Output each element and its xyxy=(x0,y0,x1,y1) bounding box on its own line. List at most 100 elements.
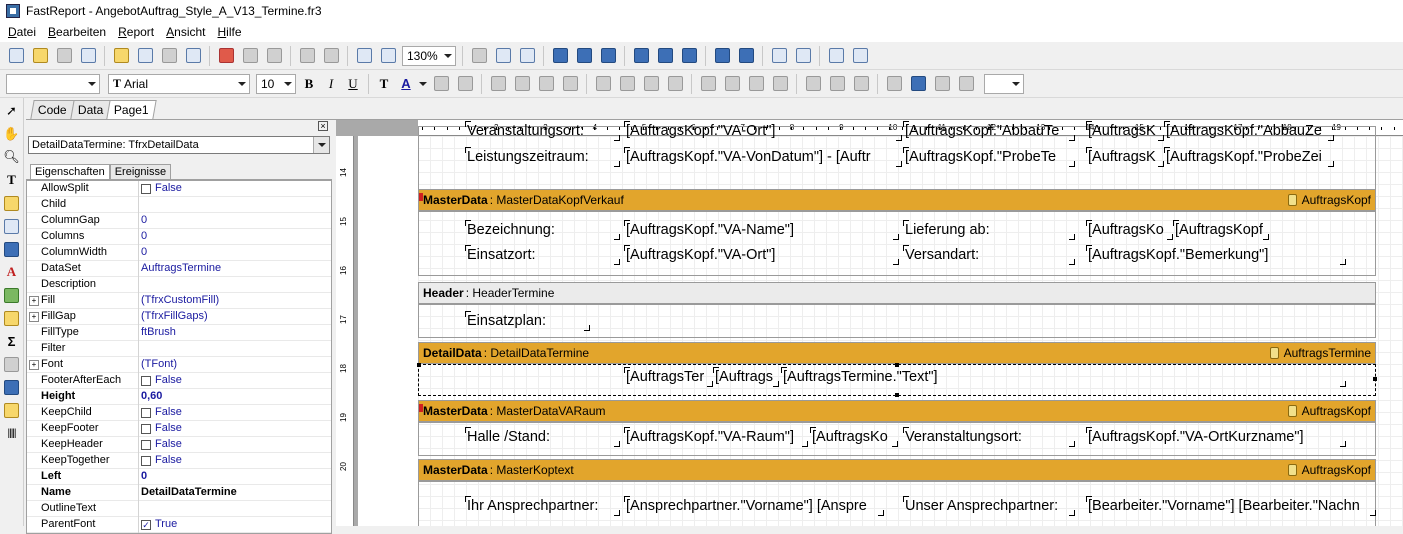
property-value[interactable]: 0 xyxy=(139,469,331,485)
text-align-left-button[interactable] xyxy=(487,73,509,95)
menu-ansicht[interactable]: Ansicht xyxy=(160,25,211,39)
sysmemo-tool[interactable]: Σ xyxy=(2,330,22,352)
text-object-tool[interactable]: A xyxy=(2,261,22,283)
open-button[interactable] xyxy=(29,45,51,67)
field-label-leistungszeitraum[interactable]: Leistungszeitraum: xyxy=(465,147,620,167)
property-row-height[interactable]: Height 0,60 xyxy=(27,388,331,405)
underline-button[interactable]: U xyxy=(342,76,364,92)
format-painter-tool[interactable] xyxy=(2,192,22,214)
property-value[interactable]: 0 xyxy=(139,229,331,245)
field-probezei[interactable]: [AuftragsKopf."ProbeZei xyxy=(1164,147,1334,167)
copy-button[interactable] xyxy=(239,45,261,67)
font-name-combo[interactable]: T Arial xyxy=(108,73,250,94)
band-tool[interactable] xyxy=(2,215,22,237)
frame-style-button[interactable] xyxy=(955,73,977,95)
style-combo[interactable] xyxy=(6,73,100,94)
delete-page-button[interactable] xyxy=(158,45,180,67)
band-header-masterdata-kopfverkauf[interactable]: MasterData: MasterDataKopfVerkauf Auftra… xyxy=(418,189,1376,211)
property-row-fillgap[interactable]: FillGap(TfrxFillGaps) xyxy=(27,308,331,325)
tab-page1[interactable]: Page1 xyxy=(106,100,157,119)
rotation-button[interactable] xyxy=(454,73,476,95)
field-auftragsko-2[interactable]: [AuftragsKo xyxy=(810,427,898,447)
field-va-ort[interactable]: [AuftragsKopf."VA-Ort"] xyxy=(624,121,902,141)
menu-datei[interactable]: Datei xyxy=(2,25,42,39)
field-label-veranstaltungsort[interactable]: Veranstaltungsort: xyxy=(465,121,620,141)
field-label-halle-stand[interactable]: Halle /Stand: xyxy=(465,427,620,447)
band-header-masterkoptext[interactable]: MasterData: MasterKoptext AuftragsKopf xyxy=(418,459,1376,481)
field-label-versandart[interactable]: Versandart: xyxy=(903,245,1075,265)
field-auftrags[interactable]: [Auftrags xyxy=(713,367,779,387)
align-to-grid-button[interactable] xyxy=(492,45,514,67)
property-value[interactable]: 0 xyxy=(139,213,331,229)
property-value[interactable]: False xyxy=(139,437,331,453)
valign-middle-button[interactable] xyxy=(616,73,638,95)
band-body-detaildata-selected[interactable]: [AuftragsTer [Auftrags [AuftragsTermine.… xyxy=(417,363,1377,397)
field-auftragskopf[interactable]: [AuftragsKopf xyxy=(1173,220,1269,240)
checkbox-icon[interactable] xyxy=(141,455,151,466)
tab-ereignisse[interactable]: Ereignisse xyxy=(109,164,172,179)
align-middle-button[interactable] xyxy=(654,45,676,67)
property-row-footeraftereach[interactable]: FooterAfterEach False xyxy=(27,372,331,389)
fill-editor-button[interactable] xyxy=(907,73,929,95)
zoom-tool[interactable]: 🔍︎ xyxy=(2,146,22,168)
checkbox-icon[interactable]: ✓ xyxy=(141,519,151,530)
fit-to-grid-button[interactable] xyxy=(516,45,538,67)
text-align-center-button[interactable] xyxy=(511,73,533,95)
paste-button[interactable] xyxy=(263,45,285,67)
subreport-tool[interactable] xyxy=(2,307,22,329)
property-row-keepchild[interactable]: KeepChild False xyxy=(27,404,331,421)
bold-button[interactable]: B xyxy=(298,76,320,92)
field-label-einsatzplan[interactable]: Einsatzplan: xyxy=(465,311,590,331)
checkbox-icon[interactable] xyxy=(141,375,151,386)
property-row-keepheader[interactable]: KeepHeader False xyxy=(27,436,331,453)
select-tool[interactable]: ➚ xyxy=(2,100,22,122)
frame-width-combo[interactable] xyxy=(984,73,1024,94)
field-label-bezeichnung[interactable]: Bezeichnung: xyxy=(465,220,620,240)
field-auftragsko[interactable]: [AuftragsKo xyxy=(1086,220,1173,240)
field-probete[interactable]: [AuftragsKopf."ProbeTe xyxy=(903,147,1075,167)
preview-button[interactable] xyxy=(77,45,99,67)
field-auftragster[interactable]: [AuftragsTer xyxy=(624,367,713,387)
font-settings-button[interactable]: T xyxy=(373,76,395,92)
property-row-dataset[interactable]: DataSet AuftragsTermine xyxy=(27,260,331,277)
field-abbaute[interactable]: [AuftragsKopf."AbbauTe xyxy=(903,121,1075,141)
property-value[interactable]: AuftragsTermine xyxy=(139,261,331,277)
design-area[interactable]: 2345678910111213141516171819 14151617181… xyxy=(336,120,1403,526)
field-label-veranstaltungsort-2[interactable]: Veranstaltungsort: xyxy=(903,427,1075,447)
italic-button[interactable]: I xyxy=(320,76,342,92)
show-grid-button[interactable] xyxy=(468,45,490,67)
menu-bearbeiten[interactable]: Bearbeiten xyxy=(42,25,112,39)
property-row-filltype[interactable]: FillType ftBrush xyxy=(27,324,331,341)
zoom-combo[interactable]: 130% xyxy=(402,45,456,66)
shadow-button[interactable] xyxy=(850,73,872,95)
property-row-description[interactable]: Description xyxy=(27,276,331,293)
frame-right-button[interactable] xyxy=(769,73,791,95)
property-row-allowsplit[interactable]: AllowSplit False xyxy=(27,180,331,197)
memo-tool[interactable] xyxy=(2,353,22,375)
property-value[interactable]: False xyxy=(139,421,331,437)
undo-button[interactable] xyxy=(296,45,318,67)
text-align-right-button[interactable] xyxy=(535,73,557,95)
resize-handle[interactable] xyxy=(1373,377,1377,381)
ungroup-button[interactable] xyxy=(377,45,399,67)
property-value[interactable] xyxy=(139,197,331,213)
property-value[interactable]: False xyxy=(139,373,331,389)
field-va-vondatum[interactable]: [AuftragsKopf."VA-VonDatum"] - [Auftr xyxy=(624,147,902,167)
menu-report[interactable]: Report xyxy=(112,25,160,39)
same-height-button[interactable] xyxy=(849,45,871,67)
property-row-left[interactable]: Left 0 xyxy=(27,468,331,485)
property-value[interactable]: (TfrxCustomFill) xyxy=(139,293,331,309)
frame-all-button[interactable] xyxy=(802,73,824,95)
align-center-button[interactable] xyxy=(573,45,595,67)
property-value[interactable]: False xyxy=(139,405,331,421)
property-value[interactable] xyxy=(139,277,331,293)
frame-left-button[interactable] xyxy=(745,73,767,95)
checkbox-tool[interactable] xyxy=(2,238,22,260)
tab-data[interactable]: Data xyxy=(70,100,111,119)
property-row-child[interactable]: Child xyxy=(27,196,331,213)
align-left-button[interactable] xyxy=(549,45,571,67)
align-right-button[interactable] xyxy=(597,45,619,67)
checkbox-icon[interactable] xyxy=(141,183,151,194)
field-ansprechpartner-vorname[interactable]: [Ansprechpartner."Vorname"] [Anspre xyxy=(624,496,884,516)
property-row-filter[interactable]: Filter xyxy=(27,340,331,357)
